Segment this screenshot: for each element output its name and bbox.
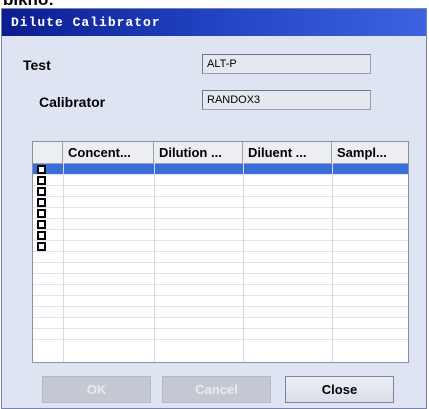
table-row[interactable] <box>33 252 408 263</box>
calibrator-field[interactable]: RANDOX3 <box>202 90 371 110</box>
table-row[interactable] <box>33 175 408 186</box>
column-divider <box>332 163 333 362</box>
table-row[interactable] <box>33 230 408 241</box>
header-concentration[interactable]: Concent... <box>63 142 154 163</box>
table-row[interactable] <box>33 318 408 329</box>
row-checkbox[interactable] <box>37 209 46 218</box>
table-row[interactable] <box>33 197 408 208</box>
table-row[interactable] <box>33 241 408 252</box>
table-row[interactable] <box>33 274 408 285</box>
table-row[interactable] <box>33 186 408 197</box>
column-divider <box>154 163 155 362</box>
column-divider <box>63 163 64 362</box>
dilute-calibrator-window: Dilute Calibrator Test ALT-P Calibrator … <box>1 8 427 409</box>
test-label: Test <box>23 57 51 73</box>
dilution-grid[interactable]: Concent... Dilution ... Diluent ... Samp… <box>32 141 409 363</box>
row-checkbox[interactable] <box>37 165 46 174</box>
row-checkbox[interactable] <box>37 187 46 196</box>
partial-top-text: bikho: <box>3 0 54 8</box>
title-bar[interactable]: Dilute Calibrator <box>2 9 426 36</box>
window-title: Dilute Calibrator <box>11 15 161 30</box>
table-row[interactable] <box>33 219 408 230</box>
row-checkbox[interactable] <box>37 176 46 185</box>
grid-header: Concent... Dilution ... Diluent ... Samp… <box>33 142 408 164</box>
header-checkbox-col <box>33 142 63 163</box>
header-dilution[interactable]: Dilution ... <box>154 142 243 163</box>
table-row[interactable] <box>33 307 408 318</box>
header-diluent[interactable]: Diluent ... <box>243 142 332 163</box>
table-row[interactable] <box>33 208 408 219</box>
test-field[interactable]: ALT-P <box>202 54 371 74</box>
table-row[interactable] <box>33 329 408 340</box>
cancel-button[interactable]: Cancel <box>162 376 271 403</box>
close-button[interactable]: Close <box>285 376 394 403</box>
column-divider <box>243 163 244 362</box>
table-row[interactable] <box>33 285 408 296</box>
table-row[interactable] <box>33 296 408 307</box>
table-row[interactable] <box>33 164 408 175</box>
row-checkbox[interactable] <box>37 242 46 251</box>
calibrator-label: Calibrator <box>39 94 106 110</box>
table-row[interactable] <box>33 263 408 274</box>
ok-button[interactable]: OK <box>42 376 151 403</box>
header-sample[interactable]: Sampl... <box>332 142 408 163</box>
row-checkbox[interactable] <box>37 220 46 229</box>
row-checkbox[interactable] <box>37 198 46 207</box>
row-checkbox[interactable] <box>37 231 46 240</box>
